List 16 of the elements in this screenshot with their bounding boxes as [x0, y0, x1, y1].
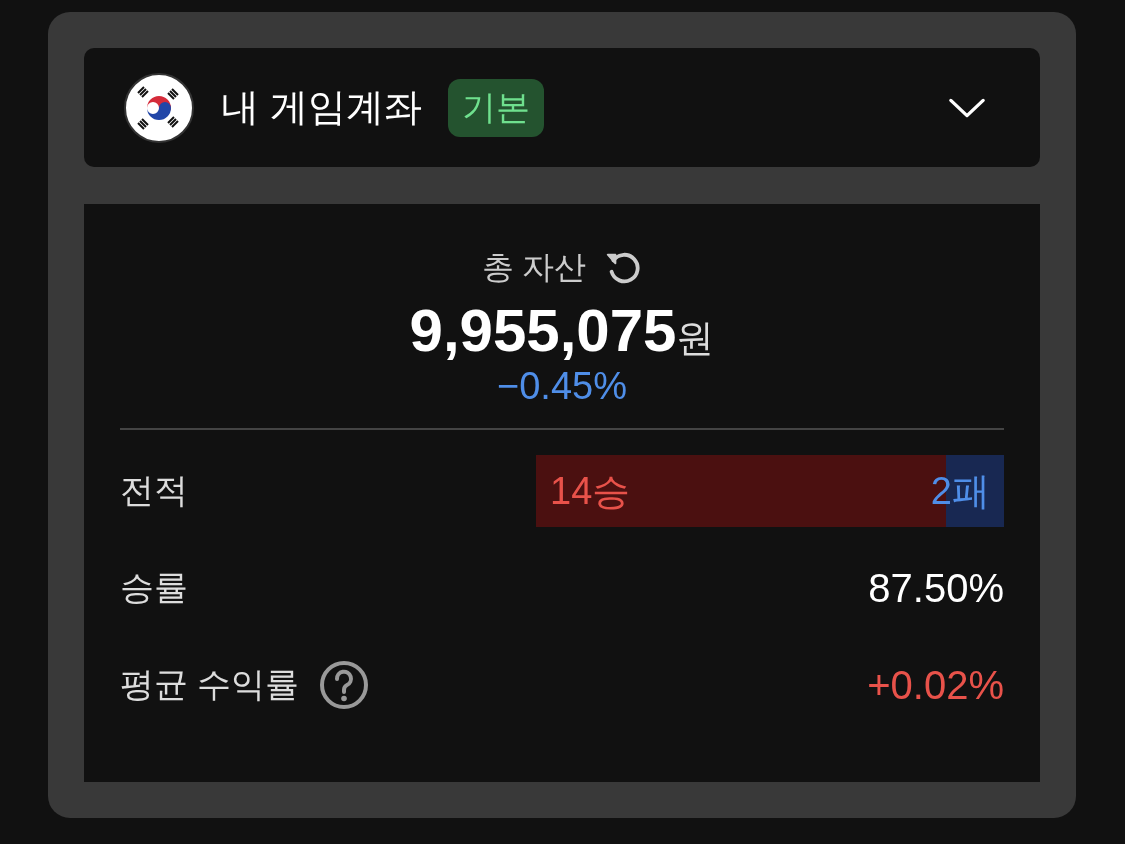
currency-unit: 원 — [676, 316, 715, 361]
stat-value: +0.02% — [867, 662, 1004, 708]
total-amount: 9,955,075 — [409, 296, 677, 365]
wins-count: 14승 — [550, 468, 631, 514]
change-percent: −0.45% — [497, 365, 627, 408]
total-assets-label: 총 자산 — [481, 248, 587, 287]
flag-icon — [124, 72, 194, 143]
losses-count: 2패 — [930, 468, 990, 514]
account-header[interactable]: 내 게임계좌 기본 — [84, 48, 1040, 167]
record-label: 전적 — [120, 470, 188, 511]
stat-label: 승률 — [120, 567, 188, 608]
stat-label: 평균 수익률 — [120, 664, 300, 705]
account-name: 내 게임계좌 — [221, 85, 422, 130]
help-icon[interactable] — [319, 660, 370, 710]
stat-value: 87.50% — [868, 565, 1004, 611]
default-badge: 기본 — [447, 78, 544, 137]
